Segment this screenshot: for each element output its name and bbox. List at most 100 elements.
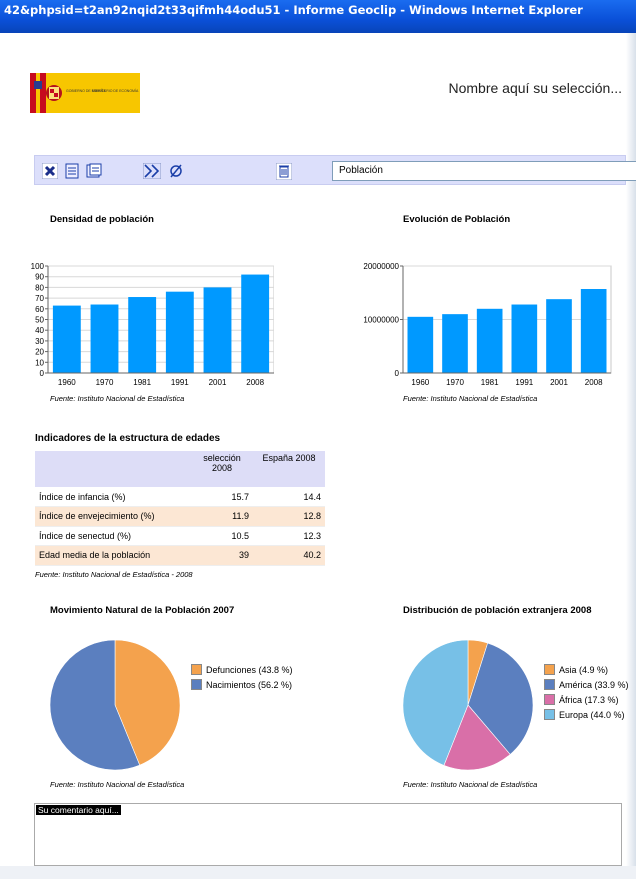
toolbar: Población ▼ <box>34 155 636 185</box>
legend-label: América (33.9 %) <box>559 679 629 690</box>
table-header-cell <box>35 451 191 487</box>
y-tick-label: 70 <box>35 294 44 303</box>
y-tick-label: 10 <box>35 358 44 367</box>
bar <box>203 287 232 373</box>
age-indicators-table: selección 2008 España 2008 Índice de inf… <box>35 451 325 566</box>
legend-swatch <box>544 709 555 720</box>
y-tick-label: 90 <box>35 273 44 282</box>
chart-extranjera <box>402 639 534 771</box>
y-tick-label: 60 <box>35 305 44 314</box>
legend-label: África (17.3 %) <box>559 694 619 705</box>
x-tick-label: 2001 <box>550 378 568 387</box>
y-tick-label: 0 <box>395 369 400 378</box>
legend-swatch <box>544 694 555 705</box>
x-tick-label: 1991 <box>171 378 189 387</box>
table-cell: 10.5 <box>191 526 253 546</box>
print-icon[interactable] <box>63 162 81 180</box>
table-row: Índice de senectud (%) 10.5 12.3 <box>35 526 325 546</box>
trash-icon[interactable] <box>275 162 293 180</box>
legend-label: Europa (44.0 %) <box>559 709 625 720</box>
comment-textarea[interactable]: Su comentario aquí... <box>34 803 622 866</box>
y-tick-label: 10000000 <box>363 316 399 325</box>
bar <box>580 289 607 373</box>
legend-item: África (17.3 %) <box>544 692 629 707</box>
table-cell: 15.7 <box>191 487 253 507</box>
table-cell: 40.2 <box>253 545 325 566</box>
table-title: Indicadores de la estructura de edades <box>35 433 221 444</box>
table-cell: 11.9 <box>191 506 253 527</box>
source-evolucion: Fuente: Instituto Nacional de Estadístic… <box>403 394 538 403</box>
source-extranjera: Fuente: Instituto Nacional de Estadístic… <box>403 780 538 789</box>
source-densidad: Fuente: Instituto Nacional de Estadístic… <box>50 394 185 403</box>
y-tick-label: 50 <box>35 316 44 325</box>
bar <box>442 314 468 373</box>
table-cell: 14.4 <box>253 487 325 507</box>
x-tick-label: 2001 <box>209 378 227 387</box>
bar <box>546 299 572 373</box>
table-row: Índice de envejecimiento (%) 11.9 12.8 <box>35 506 325 527</box>
close-icon[interactable] <box>41 162 59 180</box>
table-cell: 12.8 <box>253 506 325 527</box>
y-tick-label: 80 <box>35 283 44 292</box>
government-logo: GOBIERNO DE ESPAÑA MINISTERIO DE ECONOMÍ… <box>30 73 140 113</box>
x-tick-label: 1981 <box>481 378 499 387</box>
table-cell: Índice de infancia (%) <box>35 487 191 507</box>
table-header-cell: España 2008 <box>253 451 325 487</box>
selection-name-label[interactable]: Nombre aquí su selección... <box>448 80 622 96</box>
y-tick-label: 30 <box>35 337 44 346</box>
x-tick-label: 1960 <box>58 378 76 387</box>
chart-densidad: 01020304050607080901001960 1970 1981 1991 20… <box>31 262 274 387</box>
bar <box>407 316 434 373</box>
bar <box>52 305 81 373</box>
table-header-row: selección 2008 España 2008 <box>35 451 325 487</box>
indicator-select-value: Población <box>339 165 383 176</box>
legend-label: Defunciones (43.8 %) <box>206 664 293 675</box>
bar <box>241 274 270 373</box>
x-tick-label: 1970 <box>446 378 464 387</box>
clear-icon[interactable] <box>167 162 185 180</box>
legend-item: América (33.9 %) <box>544 677 629 692</box>
table-row: Índice de infancia (%) 15.7 14.4 <box>35 487 325 507</box>
x-tick-label: 1991 <box>515 378 533 387</box>
table-cell: Edad media de la población <box>35 545 191 566</box>
page-shadow-right <box>626 33 636 879</box>
bar <box>128 297 157 373</box>
legend-swatch <box>191 679 202 690</box>
bar <box>90 304 119 373</box>
legend-label: Nacimientos (56.2 %) <box>206 679 293 690</box>
window-titlebar: 42&phpsid=t2an92nqid2t33qifmh44odu51 - I… <box>0 0 636 33</box>
legend-item: Europa (44.0 %) <box>544 707 629 722</box>
legend-swatch <box>544 679 555 690</box>
legend-extranjera: Asia (4.9 %) América (33.9 %) África (17… <box>544 662 629 722</box>
legend-swatch <box>544 664 555 675</box>
y-tick-label: 100 <box>31 262 45 271</box>
indicator-select[interactable]: Población ▼ <box>332 161 636 181</box>
comment-placeholder: Su comentario aquí... <box>36 805 121 815</box>
chart-title-extranjera: Distribución de población extranjera 200… <box>403 605 592 616</box>
legend-swatch <box>191 664 202 675</box>
legend-item: Asia (4.9 %) <box>544 662 629 677</box>
legend-item: Defunciones (43.8 %) <box>191 662 293 677</box>
y-tick-label: 20 <box>35 348 44 357</box>
print-preview-icon[interactable] <box>85 162 103 180</box>
table-cell: Índice de envejecimiento (%) <box>35 506 191 527</box>
table-header-cell: selección 2008 <box>191 451 253 487</box>
legend-movimiento: Defunciones (43.8 %) Nacimientos (56.2 %… <box>191 662 293 692</box>
bar <box>165 291 194 373</box>
y-tick-label: 0 <box>40 369 45 378</box>
x-tick-label: 2008 <box>246 378 264 387</box>
x-tick-label: 1981 <box>133 378 151 387</box>
source-table: Fuente: Instituto Nacional de Estadístic… <box>35 570 193 579</box>
source-movimiento: Fuente: Instituto Nacional de Estadístic… <box>50 780 185 789</box>
table-cell: 39 <box>191 545 253 566</box>
next-icon[interactable] <box>143 162 161 180</box>
table-cell: Índice de senectud (%) <box>35 526 191 546</box>
table-row: Edad media de la población 39 40.2 <box>35 545 325 566</box>
chart-title-movimiento: Movimiento Natural de la Población 2007 <box>50 605 235 616</box>
page-shadow-bottom <box>0 866 636 879</box>
legend-item: Nacimientos (56.2 %) <box>191 677 293 692</box>
window-title: 42&phpsid=t2an92nqid2t33qifmh44odu51 - I… <box>4 3 583 17</box>
chart-title-evolucion: Evolución de Población <box>403 214 511 225</box>
x-tick-label: 1970 <box>96 378 114 387</box>
x-tick-label: 2008 <box>585 378 603 387</box>
